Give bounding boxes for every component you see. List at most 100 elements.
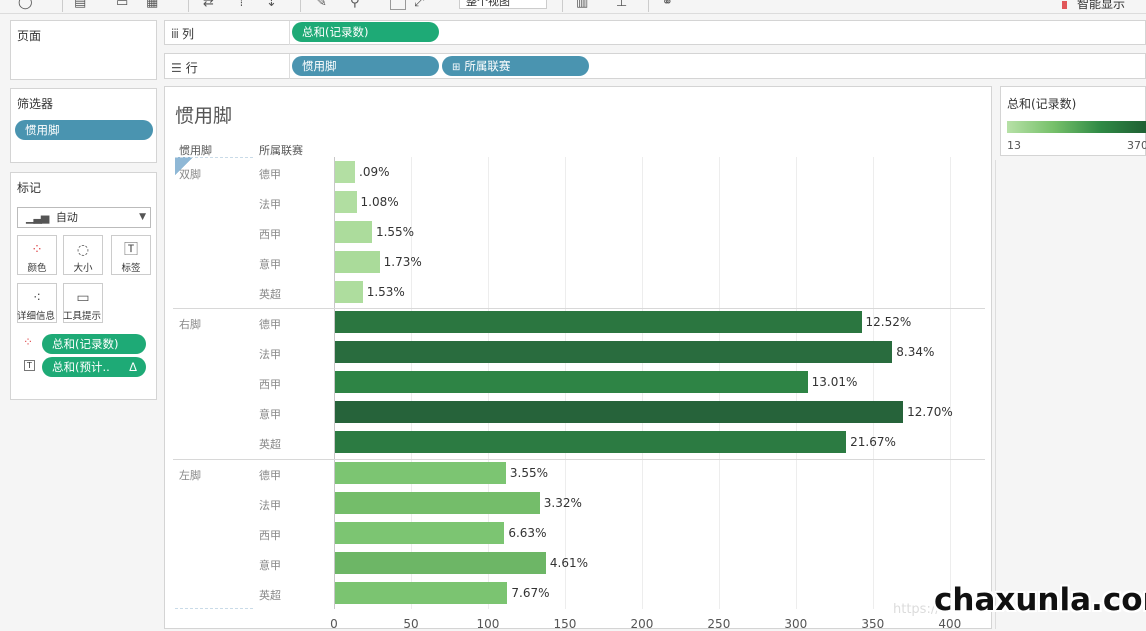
color-encoding-icon: ⁘ (23, 335, 34, 349)
new-worksheet-icon[interactable]: ▤ (74, 0, 86, 10)
rows-pill-foot[interactable]: 惯用脚 (292, 56, 439, 76)
color-button[interactable]: ⁘ 颜色 (17, 235, 57, 275)
toolbar-divider (562, 0, 563, 12)
detail-button[interactable]: ⁖ 详细信息 (17, 283, 57, 323)
group-separator (173, 458, 985, 460)
toolbar-divider (300, 0, 301, 12)
watermark-main: chaxunla.com (934, 582, 1146, 618)
category-label: 西甲 (259, 228, 281, 242)
bar-data-label: 1.73% (383, 255, 422, 270)
category-label: 英超 (259, 588, 281, 602)
marks-panel: 标记 ▁▃▅ 自动 ▼ ⁘ 颜色 ◌ 大小 🅃 标签 ⁖ 详细信息 ▭ 工具提示… (10, 172, 157, 400)
rows-shelf: ☰ 行 惯用脚 ⊞ 所属联赛 (164, 53, 1146, 79)
delta-icon: Δ (129, 360, 137, 374)
show-labels-icon[interactable]: ▥ (576, 0, 588, 10)
presentation-icon[interactable]: ⊥ (616, 0, 627, 10)
bar (335, 491, 540, 514)
pages-panel: 页面 (10, 20, 157, 80)
shelf-divider (289, 54, 290, 79)
duplicate-icon[interactable]: ▭ (116, 0, 128, 10)
label-button[interactable]: 🅃 标签 (111, 235, 151, 275)
share-icon[interactable]: ⚭ (662, 0, 673, 10)
label-encoding-icon: T (24, 360, 35, 371)
bar-data-label: 21.67% (850, 435, 896, 450)
bar (335, 461, 506, 484)
group-separator (173, 308, 985, 310)
swap-icon[interactable]: ⇄ (203, 0, 214, 10)
show-me-button[interactable]: 智能显示 (1062, 0, 1125, 12)
category-label: 意甲 (259, 558, 281, 572)
sort-asc-icon[interactable]: ⇡ (236, 0, 247, 10)
group-icon[interactable]: ⚲ (350, 0, 360, 10)
bar-data-label: 3.55% (509, 465, 548, 480)
bar (335, 251, 380, 274)
marks-pill-predicted-text: 总和(预计.. (52, 360, 110, 374)
gridline (949, 157, 951, 609)
text-t-icon: 🅃 (124, 242, 138, 258)
tooltip-label: 工具提示 (62, 311, 101, 322)
bar (335, 221, 372, 244)
toolbar-divider (62, 0, 63, 12)
marks-pill-predicted[interactable]: 总和(预计.. Δ (42, 357, 146, 377)
fix-axes-icon[interactable]: ⤢ (414, 0, 424, 10)
bar (335, 581, 508, 604)
tooltip-button[interactable]: ▭ 工具提示 (63, 283, 103, 323)
columns-label: iii 列 (171, 27, 195, 41)
filters-panel: 筛选器 惯用脚 (10, 88, 157, 163)
mark-type-select[interactable]: ▁▃▅ 自动 ▼ (17, 207, 151, 228)
size-button[interactable]: ◌ 大小 (63, 235, 103, 275)
bar (335, 521, 505, 544)
category-label: 英超 (259, 438, 281, 452)
bar-data-label: 13.01% (811, 375, 858, 390)
legend-min: 13 (1007, 139, 1021, 152)
rows-icon: ☰ (171, 61, 182, 75)
bar (335, 191, 357, 214)
shelf-divider (289, 21, 290, 45)
sort-desc-icon[interactable]: ⇣ (266, 0, 277, 10)
bar-data-label: 3.32% (543, 495, 582, 510)
worksheet-view: 惯用脚 惯用脚 所属联赛 0 50 100 150 200 250 300 350 400 双脚德… (164, 86, 992, 631)
marks-title: 标记 (17, 181, 42, 195)
chevron-down-icon: ▼ (139, 212, 146, 222)
pages-title: 页面 (17, 29, 42, 43)
bar-data-label: .09% (359, 165, 390, 179)
fit-view-select[interactable]: 整个视图 (459, 0, 547, 9)
bar-data-label: 4.61% (549, 555, 589, 570)
category-label: 西甲 (259, 528, 281, 542)
bar-data-label: 6.63% (508, 525, 547, 540)
category-label: 法甲 (259, 198, 281, 212)
bar (335, 341, 893, 364)
category-label: 德甲 (259, 168, 281, 181)
filters-title: 筛选器 (17, 97, 54, 111)
detail-dots-icon: ⁖ (32, 290, 42, 306)
rows-label: ☰ 行 (171, 61, 198, 75)
category-label: 意甲 (259, 408, 281, 422)
group-label: 双脚 (179, 168, 201, 181)
side-panel-empty (995, 160, 1146, 629)
bar (335, 311, 862, 334)
bar (335, 551, 546, 574)
bar (335, 281, 363, 304)
toolbar: ◯ ▤ ▭ ▦ ⇄ ⇡ ⇣ ✎ ⚲ ⤢ 整个视图 ▥ ⊥ ⚭ 智能显示 (0, 0, 1146, 14)
category-label: 法甲 (259, 498, 281, 512)
rows-pill-league[interactable]: ⊞ 所属联赛 (442, 56, 589, 76)
columns-shelf: iii 列 总和(记录数) (164, 20, 1146, 45)
legend-gradient (1007, 121, 1146, 133)
marks-pill-count[interactable]: 总和(记录数) (42, 334, 146, 354)
highlight-icon[interactable]: ✎ (316, 0, 327, 10)
clear-sheet-icon[interactable]: ▦ (146, 0, 158, 10)
filter-pill-foot[interactable]: 惯用脚 (15, 120, 153, 140)
group-label: 左脚 (179, 468, 201, 482)
bar-data-label: 12.70% (907, 405, 953, 420)
bar (335, 401, 904, 424)
detail-label: 详细信息 (16, 311, 55, 322)
undo-icon[interactable]: ◯ (18, 0, 33, 10)
category-label: 意甲 (259, 258, 281, 272)
bar-data-label: 1.55% (375, 225, 415, 240)
color-label: 颜色 (27, 263, 47, 274)
label-toggle-icon[interactable] (390, 0, 406, 10)
columns-pill[interactable]: 总和(记录数) (292, 22, 439, 42)
color-dots-icon: ⁘ (31, 242, 43, 258)
category-label: 德甲 (259, 468, 281, 482)
category-label: 西甲 (259, 378, 281, 392)
